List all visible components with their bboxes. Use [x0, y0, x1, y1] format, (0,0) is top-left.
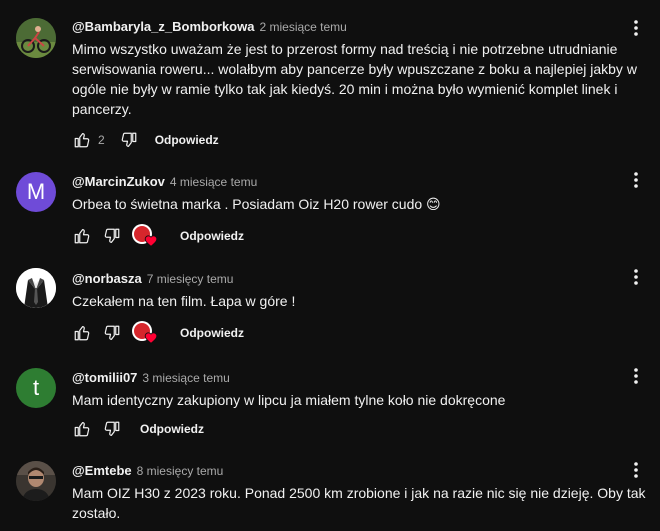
comment-time[interactable]: 3 miesiące temu — [142, 371, 229, 385]
avatar-letter: t — [32, 375, 40, 400]
more-vert-icon — [634, 368, 638, 384]
avatar[interactable] — [16, 18, 56, 58]
dislike-button[interactable] — [102, 323, 122, 343]
thumb-down-icon — [104, 228, 120, 243]
suit-avatar-image — [16, 268, 56, 308]
avatar-letter: M — [26, 179, 46, 204]
reply-button[interactable]: Odpowiedz — [180, 326, 244, 340]
thumb-up-icon — [74, 229, 90, 244]
like-button[interactable] — [72, 130, 92, 150]
comment-header: @Bambaryla_z_Bomborkowa 2 miesiące temu — [72, 19, 347, 34]
like-button[interactable] — [72, 226, 92, 246]
dislike-button[interactable] — [119, 130, 139, 150]
comment-header: @norbasza 7 miesięcy temu — [72, 271, 233, 286]
comment-actions: 2 Odpowiedz — [72, 128, 219, 152]
comment-text: Orbea to świetna marka . Posiadam Oiz H2… — [72, 196, 441, 212]
author-name[interactable]: @norbasza — [72, 271, 142, 286]
avatar[interactable]: t — [16, 368, 56, 408]
reply-button[interactable]: Odpowiedz — [180, 229, 244, 243]
thumb-up-icon — [74, 326, 90, 341]
author-name[interactable]: @Emtebe — [72, 463, 132, 478]
more-actions-button[interactable] — [624, 16, 648, 40]
comment-text: Mam OIZ H30 z 2023 roku. Ponad 2500 km z… — [72, 485, 646, 521]
comment-time[interactable]: 8 miesięcy temu — [137, 464, 224, 478]
comment-time[interactable]: 4 miesiące temu — [170, 175, 257, 189]
thumb-down-icon — [104, 325, 120, 340]
dislike-button[interactable] — [102, 226, 122, 246]
comment-time[interactable]: 7 miesięcy temu — [147, 272, 234, 286]
more-vert-icon — [634, 269, 638, 285]
creator-heart-badge — [132, 321, 158, 345]
creator-heart-badge — [132, 224, 158, 248]
like-button[interactable] — [72, 323, 92, 343]
comment-actions: Odpowiedz — [72, 224, 244, 248]
more-vert-icon — [634, 462, 638, 478]
person-avatar-image — [16, 461, 56, 501]
author-name[interactable]: @tomilii07 — [72, 370, 137, 385]
comment-header: @tomilii07 3 miesiące temu — [72, 370, 230, 385]
thumb-up-icon — [74, 133, 90, 148]
comment-time[interactable]: 2 miesiące temu — [259, 20, 346, 34]
comment-text: Mam identyczny zakupiony w lipcu ja miał… — [72, 392, 506, 408]
thumb-up-icon — [74, 422, 90, 437]
more-actions-button[interactable] — [624, 168, 648, 192]
comment-actions: Odpowiedz — [72, 417, 204, 441]
comment-text: Czekałem na ten film. Łapa w góre ! — [72, 293, 296, 309]
heart-icon — [144, 332, 158, 344]
author-name[interactable]: @MarcinZukov — [72, 174, 165, 189]
reply-button[interactable]: Odpowiedz — [155, 133, 219, 147]
like-count: 2 — [98, 133, 105, 147]
avatar[interactable] — [16, 268, 56, 308]
thumb-down-icon — [121, 132, 137, 147]
dislike-button[interactable] — [102, 419, 122, 439]
more-vert-icon — [634, 20, 638, 36]
comment-text: Mimo wszystko uważam że jest to przerost… — [72, 41, 637, 117]
thumb-down-icon — [104, 421, 120, 436]
more-vert-icon — [634, 172, 638, 188]
comment-header: @MarcinZukov 4 miesiące temu — [72, 174, 257, 189]
comment-header: @Emtebe 8 miesięcy temu — [72, 463, 223, 478]
more-actions-button[interactable] — [624, 364, 648, 388]
more-actions-button[interactable] — [624, 265, 648, 289]
like-button[interactable] — [72, 419, 92, 439]
heart-icon — [144, 235, 158, 247]
avatar[interactable] — [16, 461, 56, 501]
reply-button[interactable]: Odpowiedz — [140, 422, 204, 436]
more-actions-button[interactable] — [624, 458, 648, 482]
avatar[interactable]: M — [16, 172, 56, 212]
comment-actions: Odpowiedz — [72, 321, 244, 345]
author-name[interactable]: @Bambaryla_z_Bomborkowa — [72, 19, 254, 34]
